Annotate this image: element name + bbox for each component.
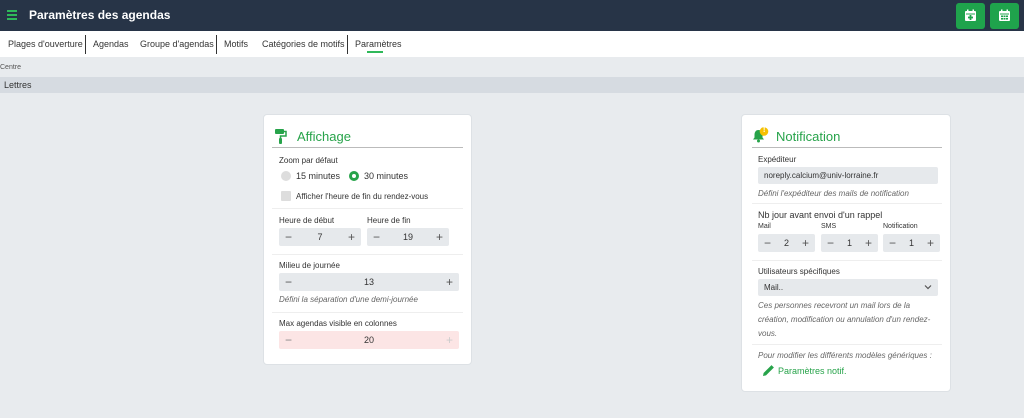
users-select-value[interactable]: Mail.. (764, 283, 783, 292)
midday-stepper[interactable]: − 13 + (279, 273, 459, 291)
sender-help: Défini l'expéditeur des mails de notific… (758, 189, 909, 198)
users-help-line-1: Ces personnes recevront un mail lors de … (758, 301, 911, 310)
tab-divider (216, 35, 217, 54)
sender-field[interactable]: noreply.calcium@univ-lorraine.fr (758, 167, 938, 184)
end-hour-stepper[interactable]: − 19 + (367, 228, 449, 246)
start-hour-label: Heure de début (279, 216, 335, 225)
chevron-down-icon (924, 285, 932, 290)
max-columns-value[interactable]: 20 (279, 335, 459, 345)
radio-30-minutes-label[interactable]: 30 minutes (364, 171, 408, 181)
notification-title: Notification (776, 129, 841, 144)
notification-label: Notification (883, 223, 918, 230)
divider (752, 344, 942, 345)
affichage-title: Affichage (297, 129, 351, 144)
sms-label: SMS (821, 223, 837, 230)
divider (272, 312, 463, 313)
tab-divider (85, 35, 86, 54)
increment-button[interactable]: + (446, 275, 453, 289)
reminder-label: Nb jour avant envoi d'un rappel (758, 210, 883, 220)
tab-groupe-agendas[interactable]: Groupe d'agendas (140, 39, 214, 49)
calendar-grid-icon (999, 9, 1010, 21)
notification-stepper[interactable]: − 1 + (883, 234, 940, 252)
sms-stepper[interactable]: − 1 + (821, 234, 878, 252)
end-hour-label: Heure de fin (367, 216, 411, 225)
sender-label: Expéditeur (758, 155, 797, 164)
users-select[interactable]: Mail.. (758, 279, 938, 296)
mail-label: Mail (758, 223, 771, 230)
active-tab-indicator (367, 51, 383, 53)
increment-button[interactable]: + (865, 236, 872, 250)
calendar-view-button[interactable] (990, 3, 1019, 29)
show-end-time-label[interactable]: Afficher l'heure de fin du rendez-vous (296, 192, 428, 201)
divider (752, 260, 942, 261)
divider (752, 203, 942, 204)
tab-motifs[interactable]: Motifs (224, 39, 248, 49)
tab-parametres[interactable]: Paramètres (355, 39, 402, 49)
tab-agendas[interactable]: Agendas (93, 39, 129, 49)
users-label: Utilisateurs spécifiques (758, 267, 840, 276)
notification-badge: ! (763, 127, 766, 134)
section-bar-label: Lettres (4, 80, 32, 90)
tab-categories-motifs[interactable]: Catégories de motifs (262, 39, 345, 49)
radio-15-minutes[interactable] (281, 171, 291, 181)
increment-button[interactable]: + (446, 333, 453, 347)
divider (272, 208, 463, 209)
page-title: Paramètres des agendas (29, 8, 171, 22)
pencil-icon[interactable] (762, 364, 775, 377)
calendar-add-button[interactable] (956, 3, 985, 29)
affichage-card: Affichage Zoom par défaut 15 minutes 30 … (263, 114, 472, 365)
notification-card: ! Notification Expéditeur noreply.calciu… (741, 114, 951, 392)
tab-bar: Plages d'ouverture Agendas Groupe d'agen… (0, 31, 1024, 57)
users-help-line-3: vous. (758, 329, 778, 338)
midday-value[interactable]: 13 (279, 277, 459, 287)
sender-value[interactable]: noreply.calcium@univ-lorraine.fr (764, 171, 878, 180)
top-bar: Paramètres des agendas (0, 0, 1024, 31)
section-bar[interactable]: Lettres (0, 77, 1024, 93)
notification-settings-link[interactable]: Paramètres notif. (778, 366, 847, 376)
paint-roller-icon (275, 129, 287, 144)
start-hour-stepper[interactable]: − 7 + (279, 228, 361, 246)
tab-plages-ouverture[interactable]: Plages d'ouverture (8, 39, 83, 49)
title-divider (752, 147, 942, 148)
divider (272, 254, 463, 255)
hamburger-icon[interactable] (7, 10, 17, 20)
show-end-time-checkbox[interactable] (281, 191, 291, 201)
increment-button[interactable]: + (802, 236, 809, 250)
increment-button[interactable]: + (927, 236, 934, 250)
radio-30-minutes[interactable] (349, 171, 359, 181)
breadcrumb: Centre (0, 64, 22, 71)
increment-button[interactable]: + (348, 230, 355, 244)
increment-button[interactable]: + (436, 230, 443, 244)
mail-stepper[interactable]: − 2 + (758, 234, 815, 252)
modify-help: Pour modifier les différents modèles gén… (758, 351, 932, 360)
midday-label: Milieu de journée (279, 261, 340, 270)
max-columns-stepper[interactable]: − 20 + (279, 331, 459, 349)
users-help-line-2: création, modification ou annulation d'u… (758, 315, 931, 324)
midday-help: Défini la séparation d'une demi-journée (279, 295, 418, 304)
title-divider (272, 147, 463, 148)
max-columns-label: Max agendas visible en colonnes (279, 319, 397, 328)
radio-15-minutes-label[interactable]: 15 minutes (296, 171, 340, 181)
zoom-label: Zoom par défaut (279, 156, 338, 165)
tab-divider (347, 35, 348, 54)
calendar-plus-icon (965, 9, 976, 21)
